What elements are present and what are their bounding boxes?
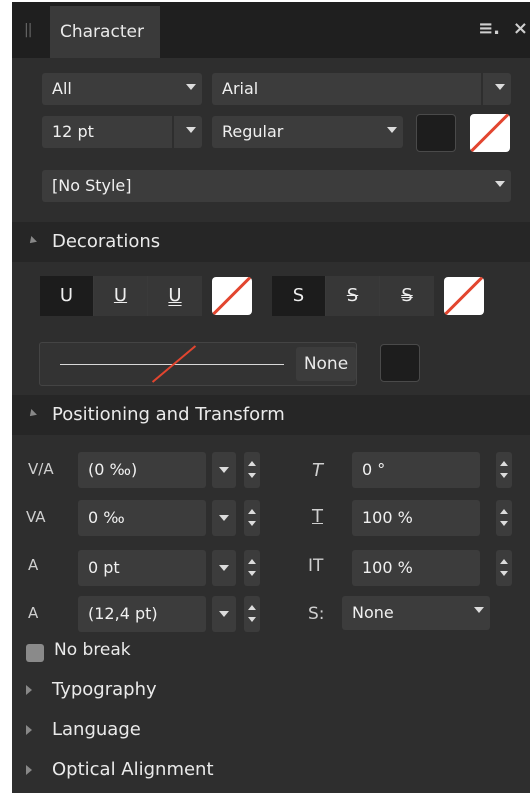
tab-bar: || Character ≡. × (12, 2, 530, 58)
vertical-scale-stepper[interactable] (496, 500, 512, 536)
tab-character[interactable]: Character (50, 6, 160, 58)
section-decorations[interactable]: Decorations (12, 222, 530, 262)
font-weight-value: Regular (222, 122, 284, 141)
tracking-dropdown[interactable] (212, 500, 236, 536)
skew-icon: T (312, 460, 323, 481)
underline-single-button[interactable]: U (94, 276, 148, 316)
divider (481, 73, 483, 105)
leading-dropdown[interactable] (212, 596, 236, 632)
horizontal-scale-icon: IT (308, 556, 324, 576)
section-optical-alignment[interactable]: Optical Alignment (12, 750, 530, 790)
vertical-scale-icon: T (312, 506, 323, 527)
tracking-field[interactable]: 0 ‰ (78, 500, 206, 536)
character-panel: || Character ≡. × All Arial 12 pt Regula… (12, 2, 530, 793)
close-icon[interactable]: × (513, 18, 528, 39)
text-case-dropdown[interactable]: None (342, 596, 490, 630)
chevron-down-icon (474, 607, 484, 613)
section-positioning-transform[interactable]: Positioning and Transform (12, 395, 530, 435)
section-title: Positioning and Transform (52, 404, 285, 425)
divider (172, 116, 174, 148)
no-break-checkbox[interactable] (26, 644, 44, 662)
chevron-down-icon (186, 84, 196, 90)
collapse-triangle-icon (26, 765, 32, 775)
small-caps-icon: S: (308, 604, 325, 624)
kerning-icon: V/A (28, 460, 54, 478)
section-title: Language (52, 719, 141, 740)
line-style-picker[interactable]: None (39, 342, 357, 386)
leading-stepper[interactable] (244, 596, 260, 632)
panel-menu-icon[interactable]: ≡. (478, 18, 500, 39)
kerning-stepper[interactable] (244, 452, 260, 488)
baseline-shift-field[interactable]: 0 pt (78, 550, 206, 586)
section-typography[interactable]: Typography (12, 670, 530, 710)
leading-icon: A (28, 604, 39, 622)
horizontal-scale-stepper[interactable] (496, 550, 512, 586)
scope-value: All (52, 79, 72, 98)
line-style-value: None (296, 347, 356, 381)
chevron-down-icon (495, 181, 505, 187)
leading-field[interactable]: (12,4 pt) (78, 596, 206, 632)
text-background-color-swatch[interactable] (470, 114, 510, 152)
expand-triangle-icon (27, 236, 37, 246)
baseline-shift-icon: A (28, 556, 39, 574)
no-break-label: No break (54, 640, 131, 660)
horizontal-scale-field[interactable]: 100 % (352, 550, 480, 586)
section-title: Typography (52, 679, 157, 700)
skew-stepper[interactable] (496, 452, 512, 488)
tracking-icon: VA (26, 508, 46, 526)
strikethrough-color-swatch[interactable] (444, 277, 484, 315)
chevron-down-icon (186, 127, 196, 133)
underline-double-button[interactable]: U (148, 276, 202, 316)
strikethrough-button-group: S S S (272, 276, 434, 316)
text-case-value: None (352, 603, 394, 622)
font-family-value: Arial (222, 79, 259, 98)
strikethrough-none-button[interactable]: S (272, 276, 326, 316)
font-size-value: 12 pt (52, 122, 94, 141)
scope-dropdown[interactable]: All (42, 73, 202, 105)
underline-color-swatch[interactable] (212, 277, 252, 315)
text-fill-color-swatch[interactable] (416, 114, 456, 152)
font-weight-dropdown[interactable]: Regular (212, 116, 403, 148)
chevron-down-icon (495, 84, 505, 90)
collapse-triangle-icon (26, 725, 32, 735)
strikethrough-double-button[interactable]: S (380, 276, 434, 316)
line-color-swatch[interactable] (380, 344, 420, 382)
kerning-dropdown[interactable] (212, 452, 236, 488)
baseline-shift-dropdown[interactable] (212, 550, 236, 586)
strikethrough-single-button[interactable]: S (326, 276, 380, 316)
drag-grip-icon[interactable]: || (24, 22, 33, 38)
font-size-dropdown[interactable]: 12 pt (42, 116, 202, 148)
kerning-field[interactable]: (0 ‰) (78, 452, 206, 488)
text-style-value: [No Style] (52, 176, 132, 195)
underline-button-group: U U U (40, 276, 202, 316)
text-style-dropdown[interactable]: [No Style] (42, 170, 511, 202)
section-title: Decorations (52, 231, 161, 252)
collapse-triangle-icon (26, 685, 32, 695)
baseline-shift-stepper[interactable] (244, 550, 260, 586)
vertical-scale-field[interactable]: 100 % (352, 500, 480, 536)
expand-triangle-icon (27, 409, 37, 419)
font-family-dropdown[interactable]: Arial (212, 73, 511, 105)
underline-none-button[interactable]: U (40, 276, 94, 316)
skew-field[interactable]: 0 ° (352, 452, 480, 488)
section-title: Optical Alignment (52, 759, 214, 780)
section-language[interactable]: Language (12, 710, 530, 750)
tracking-stepper[interactable] (244, 500, 260, 536)
chevron-down-icon (387, 127, 397, 133)
